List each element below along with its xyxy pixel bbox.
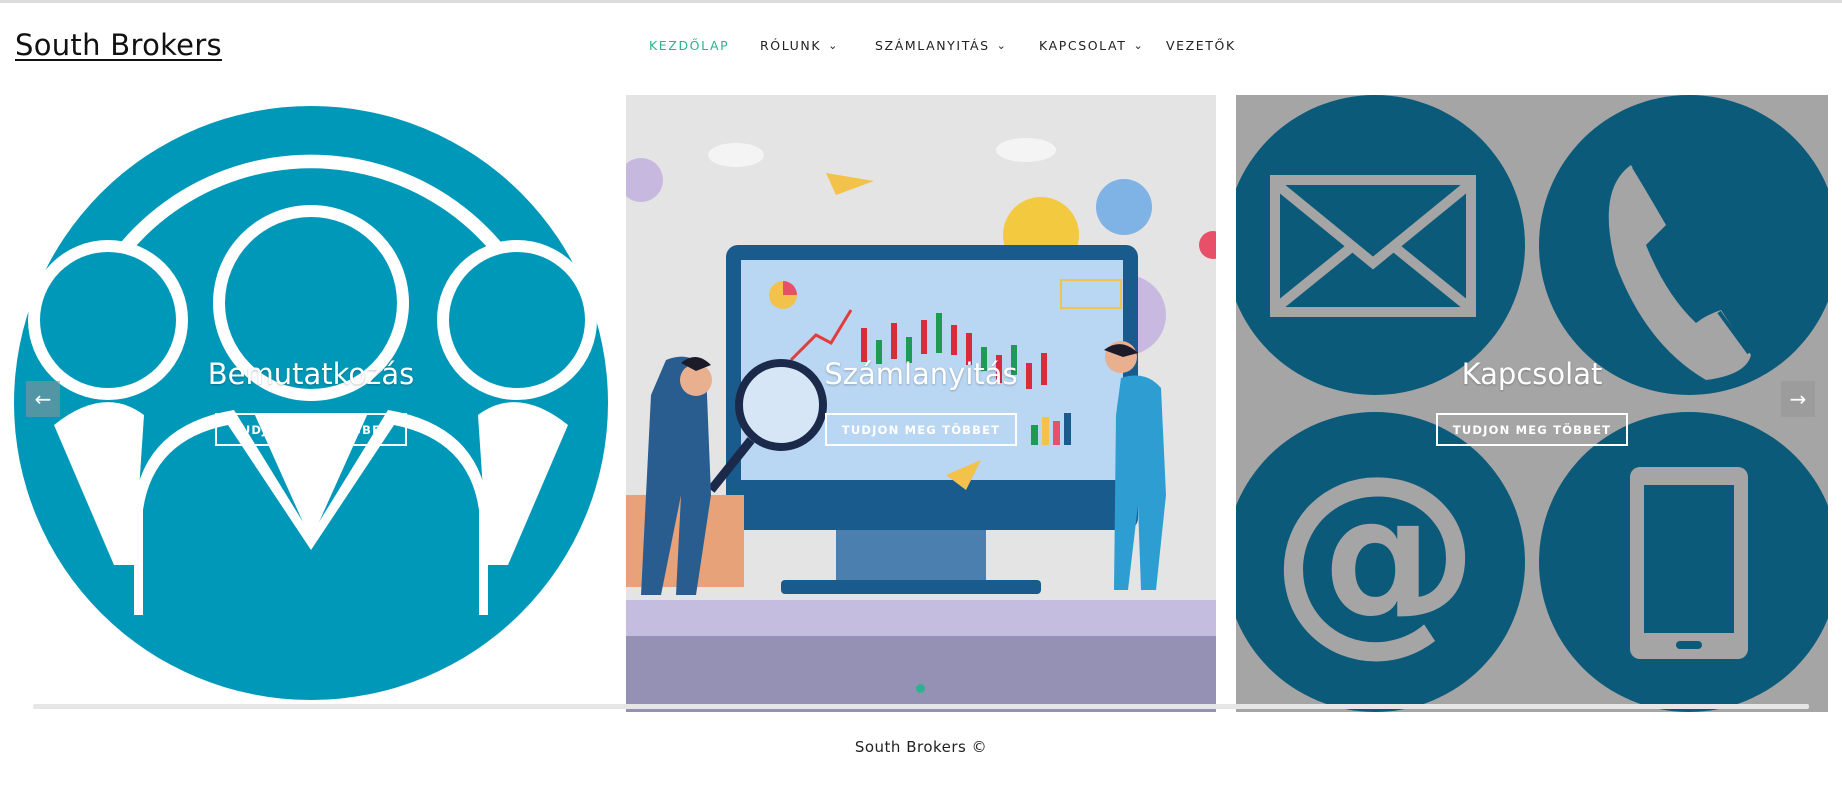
- slide-title: Számlanyitás: [824, 357, 1018, 391]
- slide-introduction: Bemutatkozás TUDJON MEG TÖBBET: [14, 95, 608, 712]
- arrow-left-icon: ←: [34, 387, 52, 411]
- nav-item-about[interactable]: RÓLUNK ⌄: [760, 38, 839, 53]
- nav-item-label: KEZDŐLAP: [649, 38, 730, 53]
- slide-title: Bemutatkozás: [207, 357, 415, 391]
- slide-contact: @ Kapcsolat TUDJON MEG TÖBBET: [1236, 95, 1828, 712]
- trading-analysis-illustration: [626, 95, 1216, 712]
- nav-item-label: KAPCSOLAT: [1039, 38, 1127, 53]
- slide-title: Kapcsolat: [1461, 357, 1603, 391]
- slider-next-button[interactable]: →: [1781, 381, 1815, 417]
- chevron-down-icon: ⌄: [996, 39, 1008, 52]
- slider-dot-active[interactable]: [916, 684, 925, 693]
- chevron-down-icon: ⌄: [1133, 39, 1145, 52]
- nav-item-contact[interactable]: KAPCSOLAT ⌄: [1039, 38, 1144, 53]
- arrow-right-icon: →: [1789, 387, 1807, 411]
- main-nav: KEZDŐLAP RÓLUNK ⌄ SZÁMLANYITÁS ⌄ KAPCSOLAT…: [0, 38, 1842, 62]
- people-group-icon: [14, 106, 608, 700]
- slider-progress-bar: [33, 704, 1809, 709]
- slide-account-opening: Számlanyitás TUDJON MEG TÖBBET: [626, 95, 1216, 712]
- at-sign-icon: @: [1270, 430, 1480, 675]
- learn-more-button[interactable]: TUDJON MEG TÖBBET: [825, 413, 1017, 446]
- learn-more-button[interactable]: TUDJON MEG TÖBBET: [1436, 413, 1628, 446]
- nav-item-label: SZÁMLANYITÁS: [875, 38, 990, 53]
- nav-item-leaders[interactable]: VEZETŐK: [1166, 38, 1236, 53]
- nav-item-home[interactable]: KEZDŐLAP: [649, 38, 729, 53]
- smartphone-icon: [1630, 467, 1748, 659]
- nav-item-account-opening[interactable]: SZÁMLANYITÁS ⌄: [875, 38, 1008, 53]
- contact-icons-grid: @: [1236, 95, 1828, 712]
- footer-copyright: South Brokers ©: [854, 738, 988, 756]
- top-border: [0, 0, 1842, 3]
- slider-prev-button[interactable]: ←: [26, 381, 60, 417]
- nav-item-label: RÓLUNK: [760, 38, 822, 53]
- learn-more-button[interactable]: TUDJON MEG TÖBBET: [215, 413, 407, 446]
- chevron-down-icon: ⌄: [828, 39, 839, 52]
- nav-item-label: VEZETŐK: [1166, 38, 1236, 53]
